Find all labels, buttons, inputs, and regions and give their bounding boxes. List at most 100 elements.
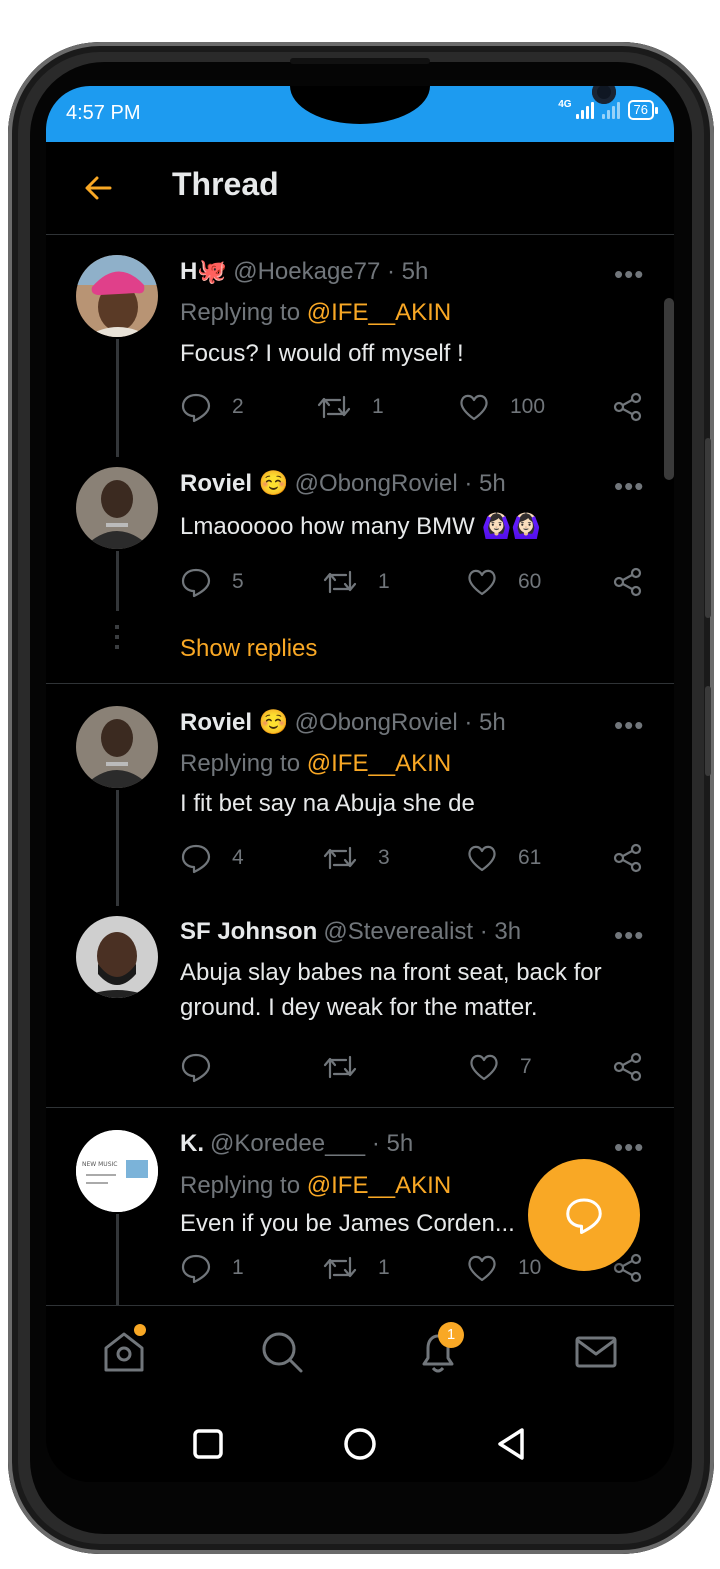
replying-to: Replying to @IFE__AKIN	[180, 750, 452, 777]
nav-messages[interactable]	[572, 1328, 620, 1376]
tweet-text: Lmaooooo how many BMW 🙆🏻‍♀️🙆🏻‍♀️	[180, 513, 542, 540]
retweet-button[interactable]: 1	[316, 391, 384, 423]
tweet[interactable]: SF Johnson @Steverealist · 3h ••• Abuja …	[46, 896, 674, 1107]
thread-line	[116, 1214, 119, 1305]
display-name[interactable]: Roviel ☺️	[180, 469, 289, 498]
username: @ObongRoviel · 5h	[294, 708, 506, 736]
avatar[interactable]	[76, 916, 158, 998]
status-icons: 4G 76	[558, 98, 659, 120]
mention-link[interactable]: @IFE__AKIN	[307, 750, 451, 777]
tweet[interactable]: Roviel ☺️ @ObongRoviel · 5h ••• Lmaooooo…	[46, 449, 674, 662]
back-button-icon[interactable]	[494, 1426, 530, 1462]
thread-line	[116, 339, 119, 457]
earpiece	[290, 58, 430, 64]
share-button[interactable]	[612, 391, 644, 423]
heart-icon	[468, 845, 496, 872]
show-replies-link[interactable]: Show replies	[180, 635, 317, 663]
display-name[interactable]: H🐙	[180, 257, 227, 286]
thread-line	[116, 551, 119, 611]
retweet-button[interactable]	[322, 1051, 378, 1083]
tweet-actions: 2 1 100	[180, 391, 644, 425]
tweet[interactable]: Roviel ☺️ @ObongRoviel · 5h ••• Replying…	[46, 684, 674, 906]
tweet-text: I fit bet say na Abuja she de	[180, 790, 475, 817]
retweet-icon	[323, 1256, 357, 1280]
more-options-icon[interactable]: •••	[614, 471, 644, 502]
bottom-nav: 1	[46, 1305, 674, 1404]
retweet-button[interactable]: 1	[322, 1252, 390, 1284]
reply-icon	[181, 568, 211, 598]
nav-search[interactable]	[258, 1328, 306, 1376]
tweet-actions: 5 1 60	[180, 566, 644, 600]
reply-button[interactable]: 4	[180, 842, 244, 874]
share-button[interactable]	[612, 842, 644, 874]
tweet-header: SF Johnson @Steverealist · 3h	[180, 918, 521, 946]
reply-button[interactable]: 5	[180, 566, 244, 598]
more-options-icon[interactable]: •••	[614, 920, 644, 951]
scroll-indicator[interactable]	[664, 298, 674, 480]
mention-link[interactable]: @IFE__AKIN	[307, 1172, 451, 1199]
like-button[interactable]: 100	[458, 391, 545, 423]
tweet-header: Roviel ☺️ @ObongRoviel · 5h	[180, 708, 506, 737]
nav-home[interactable]	[100, 1324, 148, 1376]
page-title: Thread	[172, 166, 279, 202]
like-count: 61	[518, 846, 542, 869]
share-button[interactable]	[612, 566, 644, 598]
tweet-header: Roviel ☺️ @ObongRoviel · 5h	[180, 469, 506, 498]
more-options-icon[interactable]: •••	[614, 259, 644, 290]
recents-button-icon[interactable]	[190, 1426, 226, 1462]
retweet-button[interactable]: 3	[322, 842, 390, 874]
like-button[interactable]: 61	[466, 842, 541, 874]
battery-icon: 76	[627, 100, 659, 120]
retweet-icon	[323, 846, 357, 870]
like-count: 10	[518, 1256, 542, 1279]
display-name[interactable]: Roviel ☺️	[180, 708, 289, 737]
avatar[interactable]: NEW MUSIC	[76, 1130, 158, 1212]
display-name[interactable]: K.	[180, 1130, 204, 1158]
avatar[interactable]	[76, 255, 158, 337]
mail-icon	[575, 1336, 617, 1368]
signal-icon-2	[601, 101, 620, 119]
status-time: 4:57 PM	[66, 102, 141, 124]
mention-link[interactable]: @IFE__AKIN	[307, 299, 451, 326]
tweet[interactable]: H🐙 @Hoekage77 · 5h ••• Replying to @IFE_…	[46, 235, 674, 457]
reply-button[interactable]: 1	[180, 1252, 244, 1284]
volume-button	[705, 438, 711, 618]
tweet-text: Focus? I would off myself !	[180, 340, 464, 367]
like-button[interactable]: 60	[466, 566, 541, 598]
retweet-icon	[323, 1055, 357, 1079]
share-icon	[613, 843, 642, 873]
reply-button[interactable]: 2	[180, 391, 244, 423]
username: @Hoekage77 · 5h	[233, 257, 429, 285]
back-arrow-icon[interactable]	[82, 172, 114, 204]
reply-bubble-icon	[566, 1198, 602, 1234]
heart-icon	[468, 1255, 496, 1282]
home-button-icon[interactable]	[342, 1426, 378, 1462]
screen: 4:57 PM 4G 76 Thread H🐙 @Hoekage77 · 5h …	[46, 86, 674, 1482]
compose-reply-button[interactable]	[528, 1159, 640, 1271]
retweet-icon	[323, 570, 357, 594]
retweet-button[interactable]: 1	[322, 566, 390, 598]
retweet-count: 1	[378, 570, 390, 593]
thread-feed[interactable]: H🐙 @Hoekage77 · 5h ••• Replying to @IFE_…	[46, 235, 674, 1305]
more-options-icon[interactable]: •••	[614, 1132, 644, 1163]
avatar[interactable]	[76, 706, 158, 788]
reply-count: 2	[232, 395, 244, 418]
search-icon	[262, 1332, 303, 1373]
nav-notifications[interactable]: 1	[414, 1322, 464, 1376]
like-button[interactable]: 10	[466, 1252, 541, 1284]
heart-icon	[468, 569, 496, 596]
retweet-count: 1	[372, 395, 384, 418]
more-options-icon[interactable]: •••	[614, 710, 644, 741]
like-button[interactable]: 7	[468, 1051, 532, 1083]
reply-button[interactable]	[180, 1051, 232, 1083]
reply-icon	[181, 1254, 211, 1284]
retweet-icon	[317, 395, 351, 419]
replying-to: Replying to @IFE__AKIN	[180, 1172, 452, 1199]
reply-icon	[181, 393, 211, 423]
network-type: 4G	[558, 98, 572, 110]
avatar[interactable]	[76, 467, 158, 549]
share-button[interactable]	[612, 1051, 644, 1083]
display-name[interactable]: SF Johnson	[180, 918, 317, 946]
reply-icon	[181, 1053, 211, 1083]
tweet-header: K. @Koredee___ · 5h	[180, 1130, 413, 1158]
